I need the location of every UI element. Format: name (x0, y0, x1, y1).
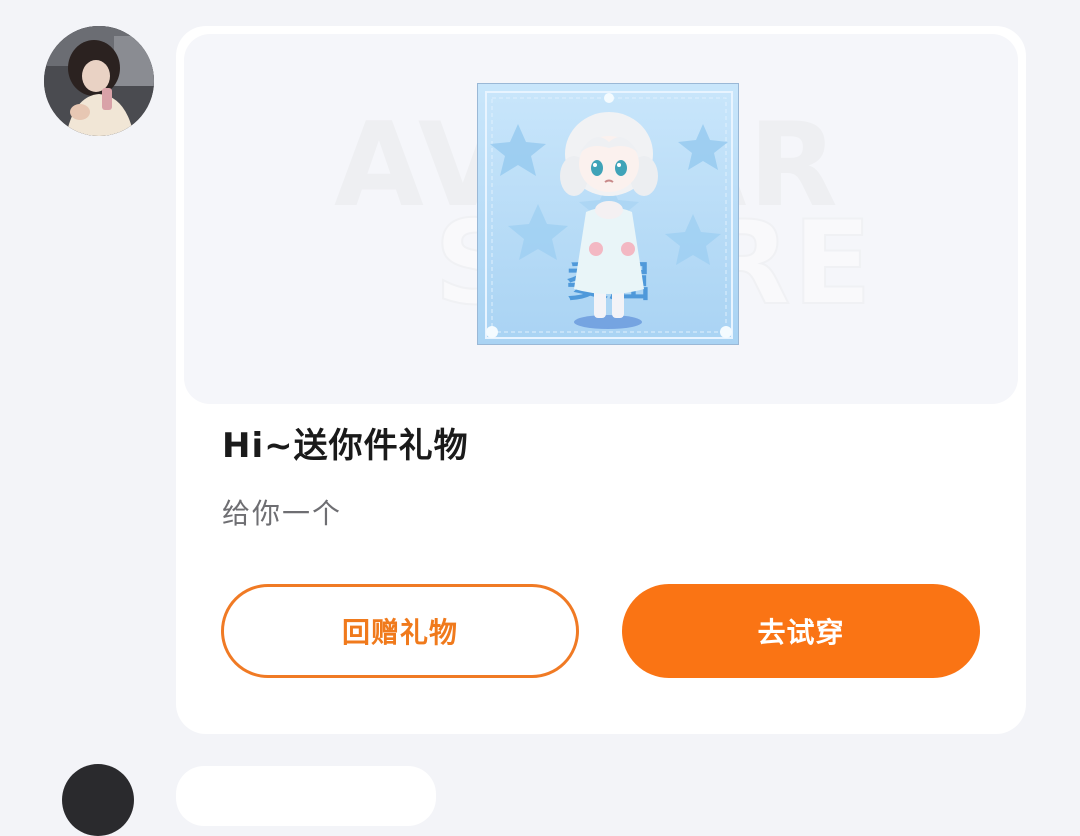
sender-avatar[interactable] (44, 26, 154, 136)
gift-preview-panel: AVATAR STORE (184, 34, 1018, 404)
return-gift-button[interactable]: 回赠礼物 (221, 584, 579, 678)
next-message-bubble (176, 766, 436, 826)
gift-message: 给你一个 (222, 497, 343, 530)
avatar-outfit-illustration: 委屈 (478, 84, 738, 344)
try-on-button[interactable]: 去试穿 (622, 584, 980, 678)
gift-item-image[interactable]: 委屈 (477, 83, 739, 345)
next-sender-avatar[interactable] (62, 764, 134, 836)
gift-title: Hi~送你件礼物 (222, 426, 469, 466)
gift-message-card: AVATAR STORE (176, 26, 1026, 734)
avatar-photo-icon (44, 26, 154, 136)
